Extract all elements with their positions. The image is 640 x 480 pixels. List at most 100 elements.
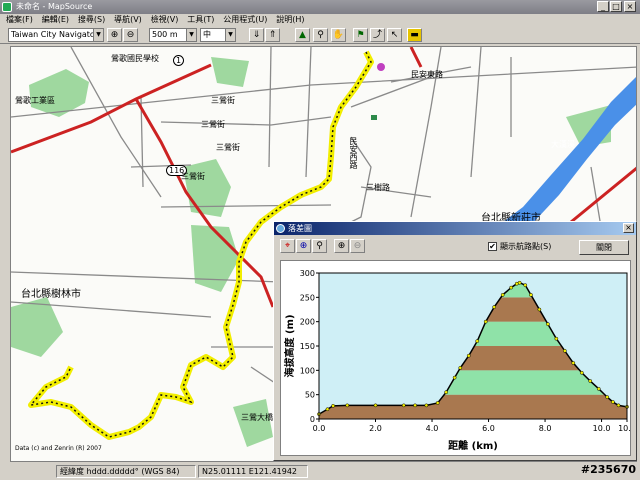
close-dialog-button[interactable]: 關閉 [579,240,629,255]
dialog-close-icon[interactable]: × [623,223,634,233]
ruler-icon: ▬ [410,30,419,40]
profile-point [509,285,513,290]
profile-point [458,366,463,370]
elevation-chart[interactable]: 0 50 100 150 200 250 300 0.0 2.0 4.0 6.0 8.0 10.0 10.… [280,260,631,456]
zoom-in-button[interactable]: ⊕ [334,239,349,253]
watermark: #235670 [580,463,636,476]
zoom-in-icon: ⊕ [110,30,119,40]
x-tick-label: 8.0 [539,424,552,433]
menu-edit[interactable]: 編輯(E) [42,14,69,26]
maximize-button[interactable]: □ [610,1,622,12]
label-street: 三鶯街 [216,143,240,152]
profile-point [554,336,559,341]
x-tick-label: 4.0 [426,424,439,433]
label-area: 鶯歌工業區 [15,96,55,105]
x-tick-label: 2.0 [369,424,382,433]
receive-button[interactable]: ⇓ [249,28,264,42]
show-nav-label: 顯示航路點(S) [500,242,552,251]
hand-tool-button[interactable]: ✋ [331,28,346,42]
send-button[interactable]: ⇑ [265,28,280,42]
menu-navigate[interactable]: 導航(V) [114,14,142,26]
send-icon: ⇑ [268,30,277,40]
x-tick-label: 10.0 [593,424,611,433]
menu-search[interactable]: 搜尋(S) [78,14,105,26]
profile-point [605,395,610,399]
profile-point [529,293,533,297]
y-tick-label: 300 [300,269,315,278]
zoom-scale-select[interactable]: 500 m ▼ [149,28,197,42]
dialog-title: 落差圖 [288,224,312,233]
chart-svg: 0 50 100 150 200 250 300 0.0 2.0 4.0 6.0 8.0 10.0 10.… [283,269,630,452]
menu-help[interactable]: 說明(H) [276,14,304,26]
zoom-out-button[interactable]: ⊖ [350,239,365,253]
menu-view[interactable]: 檢視(V) [151,14,179,26]
dialog-title-bar: 落差圖 × [274,222,636,235]
chevron-down-icon: ▼ [186,29,196,41]
zoom-out-button[interactable]: ⊖ [123,28,138,42]
profile-point [517,280,522,285]
title-bar: 未命名 - MapSource _ □ × [0,0,640,14]
profile-point [452,375,457,380]
menu-file[interactable]: 檔案(F) [6,14,33,26]
profile-point [492,305,497,309]
x-axis-label: 距離 (km) [448,439,498,452]
detail-select[interactable]: 中 ▼ [200,28,236,42]
coord-format: 經緯度 hddd.ddddd° (WGS 84) [56,465,196,478]
search-tool-button[interactable]: ⚲ [312,239,327,253]
profile-point [500,293,505,297]
select-tool-button[interactable]: ▲ [295,28,310,42]
label-street: 民安西路 [349,137,358,169]
pointer-tool-button[interactable]: ↖ [387,28,402,42]
label-school: 鶯歌國民學校 [111,54,159,63]
y-tick-label: 100 [300,366,315,375]
map-copyright: Data (c) and Zenrin (R) 2007 [15,445,102,452]
park-area [11,297,63,357]
zoom-tool-button[interactable]: ⚲ [313,28,328,42]
profile-point [345,403,350,408]
profile-point [373,403,378,408]
route-icon: ⤴ [372,30,382,40]
x-tick-label: 6.0 [482,424,495,433]
profile-point [562,349,567,353]
menu-tools[interactable]: 工具(T) [187,14,214,26]
route-tool-button[interactable]: ⤴ [370,28,385,42]
waypoint-marker[interactable] [377,63,385,71]
profile-point [616,403,621,408]
chevron-down-icon: ▼ [93,29,103,41]
flag-icon: ⚑ [356,30,365,40]
close-button[interactable]: × [624,1,636,12]
y-tick-label: 250 [300,293,315,302]
road-shield-1: 1 [173,55,185,66]
park-area [233,399,273,447]
crosshair-tool-button[interactable]: ⌖ [280,239,295,253]
elevation-profile-dialog: 落差圖 × ⌖ ⊕ ⚲ ⊕ ⊖ ✔ 顯示航路點(S) 關閉 0 50 100 150 2… [273,221,637,461]
profile-point [579,370,584,375]
profile-point [424,403,429,408]
waypoint-tool-button[interactable]: ⚑ [353,28,368,42]
profile-point [571,361,576,365]
zoom-in-button[interactable]: ⊕ [107,28,122,42]
show-nav-checkbox[interactable]: ✔ [488,242,497,251]
y-tick-label: 50 [305,391,315,400]
coord-readout: N25.01111 E121.41942 [198,465,308,478]
map-product-select[interactable]: Taiwan City Navigator v8.51 ▼ [8,28,104,42]
profile-icon [276,224,285,233]
menu-utilities[interactable]: 公用程式(U) [223,14,267,26]
park-area [183,159,231,217]
label-street: 三鶯街 [211,96,235,105]
profile-point [523,283,528,288]
x-tick-label: 10.9 [618,424,630,433]
park-area [191,225,239,292]
minimize-button[interactable]: _ [597,1,609,12]
measure-tool-button[interactable]: ▬ [407,28,422,42]
profile-point [475,339,480,343]
y-axis-label: 海拔高度 (m) [283,314,296,377]
profile-point [483,319,488,324]
profile-point [596,386,601,391]
select-tool-button[interactable]: ⊕ [296,239,311,253]
label-street: 三鶯街 [181,172,205,181]
profile-point [325,407,330,412]
park-area [211,57,249,87]
y-tick-label: 0 [310,415,315,424]
chevron-down-icon: ▼ [225,29,235,41]
